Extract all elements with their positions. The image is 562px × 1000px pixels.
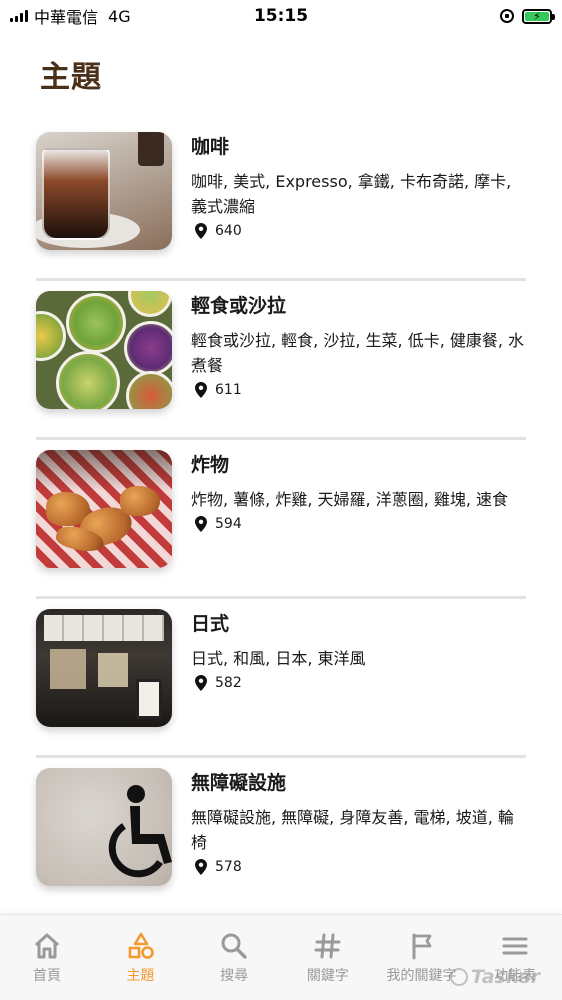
topic-name: 炸物 — [191, 454, 230, 476]
carrier-name: 中華電信 — [34, 8, 99, 27]
location-pin-icon — [195, 675, 207, 691]
network-type: 4G — [108, 6, 131, 26]
topic-thumbnail-coffee — [36, 132, 172, 250]
watermark: Tasker — [450, 966, 540, 988]
flag-icon — [412, 933, 431, 960]
topic-list: 咖啡 咖啡, 美式, Expresso, 拿鐵, 卡布奇諾, 摩卡, 義式濃縮 … — [36, 122, 526, 917]
shapes-icon — [128, 932, 154, 959]
watermark-logo-icon — [450, 968, 468, 986]
topic-keywords: 炸物, 薯條, 炸雞, 天婦羅, 洋蔥圈, 雞塊, 速食 — [191, 490, 509, 509]
topic-thumbnail-accessibility — [36, 768, 172, 886]
tab-search[interactable]: 搜尋 — [187, 915, 281, 1000]
topic-item-japanese[interactable]: 日式 日式, 和風, 日本, 東洋風 582 — [36, 599, 526, 758]
tab-label: 我的關鍵字 — [386, 968, 457, 984]
topic-thumbnail-japanese — [36, 609, 172, 727]
page-title: 主題 — [40, 60, 102, 95]
wheelchair-icon — [108, 785, 172, 878]
topic-thumbnail-salad — [36, 291, 172, 409]
battery-icon: ⚡ — [522, 8, 555, 24]
topic-place-count: 611 — [215, 382, 242, 398]
topic-item-accessibility[interactable]: 無障礙設施 無障礙設施, 無障礙, 身障友善, 電梯, 坡道, 輪椅 578 — [36, 758, 526, 917]
tab-label: 搜尋 — [220, 968, 249, 984]
location-pin-icon — [195, 516, 207, 532]
watermark-text: Tasker — [471, 966, 541, 988]
signal-strength-icon — [10, 10, 28, 22]
topic-name: 日式 — [191, 613, 230, 635]
location-pin-icon — [195, 223, 207, 239]
tab-label: 首頁 — [32, 968, 61, 984]
topic-place-count: 594 — [215, 516, 242, 532]
topic-item-salad[interactable]: 輕食或沙拉 輕食或沙拉, 輕食, 沙拉, 生菜, 低卡, 健康餐, 水煮餐 61… — [36, 281, 526, 440]
topic-item-fried-food[interactable]: 炸物 炸物, 薯條, 炸雞, 天婦羅, 洋蔥圈, 雞塊, 速食 594 — [36, 440, 526, 599]
home-icon — [34, 933, 59, 959]
menu-icon — [502, 937, 528, 955]
tab-topics[interactable]: 主題 — [94, 915, 188, 1000]
topic-thumbnail-fried-food — [36, 450, 172, 568]
tab-label: 主題 — [126, 968, 155, 984]
status-bar: 中華電信 4G 15:15 ⚡ — [0, 0, 562, 32]
topic-place-count: 582 — [215, 675, 242, 691]
topic-keywords: 輕食或沙拉, 輕食, 沙拉, 生菜, 低卡, 健康餐, 水煮餐 — [191, 331, 525, 375]
location-pin-icon — [195, 382, 207, 398]
tab-home[interactable]: 首頁 — [0, 915, 94, 1000]
topic-name: 咖啡 — [191, 136, 230, 158]
location-pin-icon — [195, 859, 207, 875]
tab-keywords[interactable]: 關鍵字 — [281, 915, 375, 1000]
topic-item-coffee[interactable]: 咖啡 咖啡, 美式, Expresso, 拿鐵, 卡布奇諾, 摩卡, 義式濃縮 … — [36, 122, 526, 281]
topic-keywords: 日式, 和風, 日本, 東洋風 — [191, 649, 366, 668]
topic-place-count: 640 — [215, 223, 242, 239]
tab-label: 關鍵字 — [306, 968, 349, 984]
topic-keywords: 無障礙設施, 無障礙, 身障友善, 電梯, 坡道, 輪椅 — [191, 808, 514, 852]
hashtag-icon — [314, 933, 341, 959]
rotation-lock-icon — [500, 9, 514, 23]
search-icon — [221, 933, 247, 959]
topic-name: 無障礙設施 — [191, 772, 287, 794]
topic-keywords: 咖啡, 美式, Expresso, 拿鐵, 卡布奇諾, 摩卡, 義式濃縮 — [191, 172, 512, 216]
topic-place-count: 578 — [215, 859, 242, 875]
topic-name: 輕食或沙拉 — [191, 295, 287, 317]
